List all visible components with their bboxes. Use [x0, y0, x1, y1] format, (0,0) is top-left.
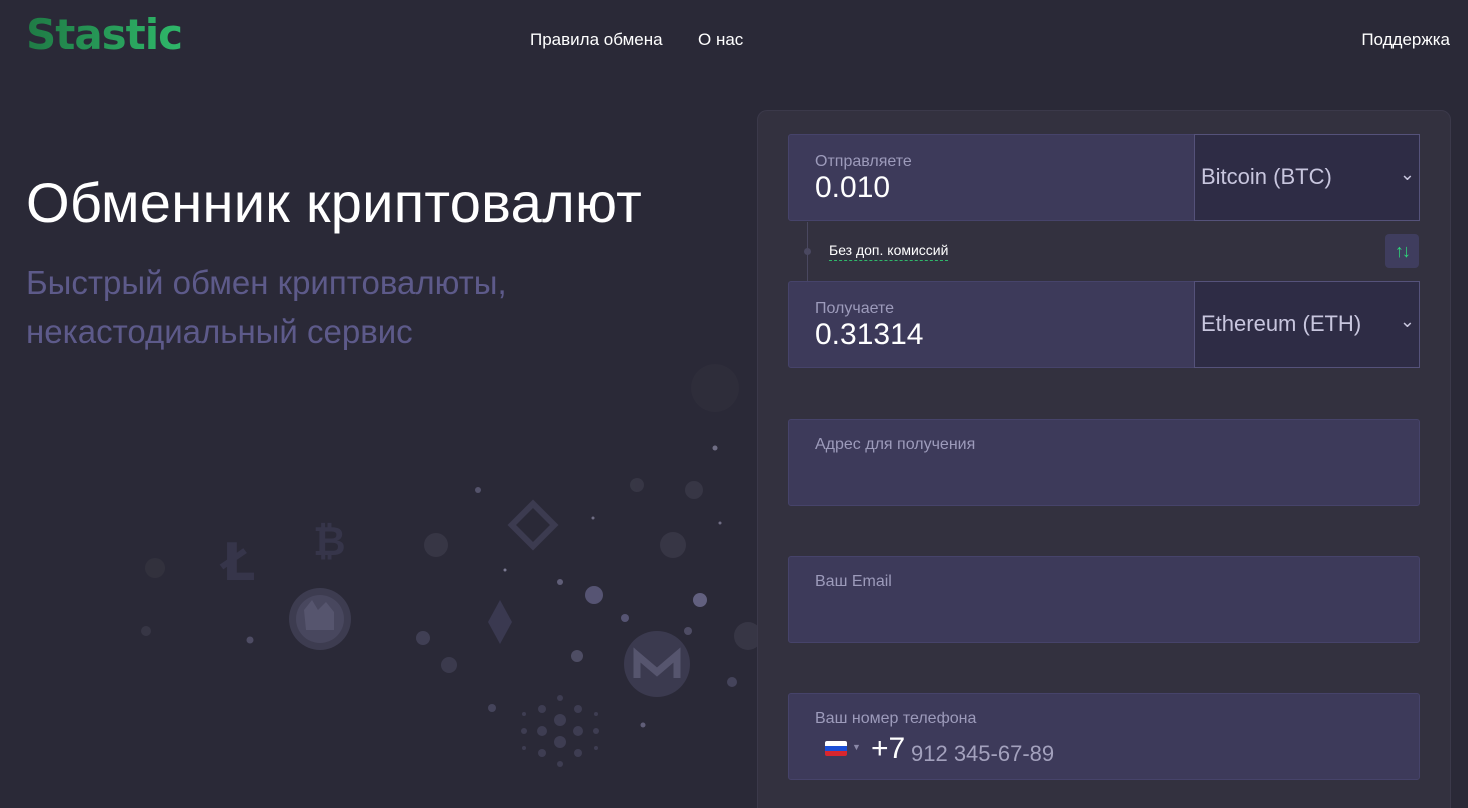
- chevron-down-icon: ⌄: [1399, 311, 1415, 331]
- receive-amount: 0.31314: [815, 318, 924, 351]
- address-input[interactable]: [815, 464, 1395, 494]
- svg-text:₿: ₿: [313, 519, 346, 565]
- logo[interactable]: Stastic: [26, 10, 183, 59]
- timeline-dot: [804, 248, 811, 255]
- phone-field[interactable]: Ваш номер телефона ▼ +7: [788, 693, 1420, 780]
- send-field[interactable]: Отправляете 0.010 Bitcoin (BTC) ⌄: [788, 134, 1420, 221]
- email-input[interactable]: [815, 601, 1395, 631]
- nav-about[interactable]: О нас: [698, 30, 743, 50]
- address-label: Адрес для получения: [815, 436, 976, 453]
- hero-title: Обменник криптовалют: [26, 171, 643, 234]
- swap-arrows-icon: ↑↓: [1395, 240, 1411, 261]
- nav-exchange-rules[interactable]: Правила обмена: [530, 30, 663, 50]
- receive-field[interactable]: Получаете 0.31314 Ethereum (ETH) ⌄: [788, 281, 1420, 368]
- receive-currency-name: Ethereum (ETH): [1201, 311, 1362, 336]
- svg-text:Ł: Ł: [219, 533, 255, 593]
- send-label: Отправляете: [815, 153, 912, 170]
- hero-subtitle: Быстрый обмен криптовалюты, некастодиаль…: [26, 264, 507, 350]
- swap-button[interactable]: ↑↓: [1385, 234, 1419, 268]
- email-label: Ваш Email: [815, 573, 892, 590]
- russia-flag-icon[interactable]: [825, 741, 847, 756]
- chevron-down-icon: ⌄: [1399, 164, 1415, 184]
- address-field[interactable]: Адрес для получения: [788, 419, 1420, 506]
- phone-label: Ваш номер телефона: [815, 710, 977, 727]
- crypto-coins-decoration: Ł ₿: [141, 364, 760, 767]
- phone-country-code: +7: [871, 732, 906, 765]
- email-field[interactable]: Ваш Email: [788, 556, 1420, 643]
- send-amount[interactable]: 0.010: [815, 171, 890, 205]
- phone-input[interactable]: [911, 740, 1311, 768]
- nav-support[interactable]: Поддержка: [1361, 30, 1450, 50]
- send-currency-name: Bitcoin (BTC): [1201, 164, 1332, 189]
- receive-label: Получаете: [815, 300, 895, 317]
- no-fee-link[interactable]: Без доп. комиссий: [829, 242, 949, 261]
- caret-down-icon[interactable]: ▼: [852, 742, 861, 752]
- receive-currency-select[interactable]: Ethereum (ETH) ⌄: [1194, 281, 1420, 368]
- send-currency-select[interactable]: Bitcoin (BTC) ⌄: [1194, 134, 1420, 221]
